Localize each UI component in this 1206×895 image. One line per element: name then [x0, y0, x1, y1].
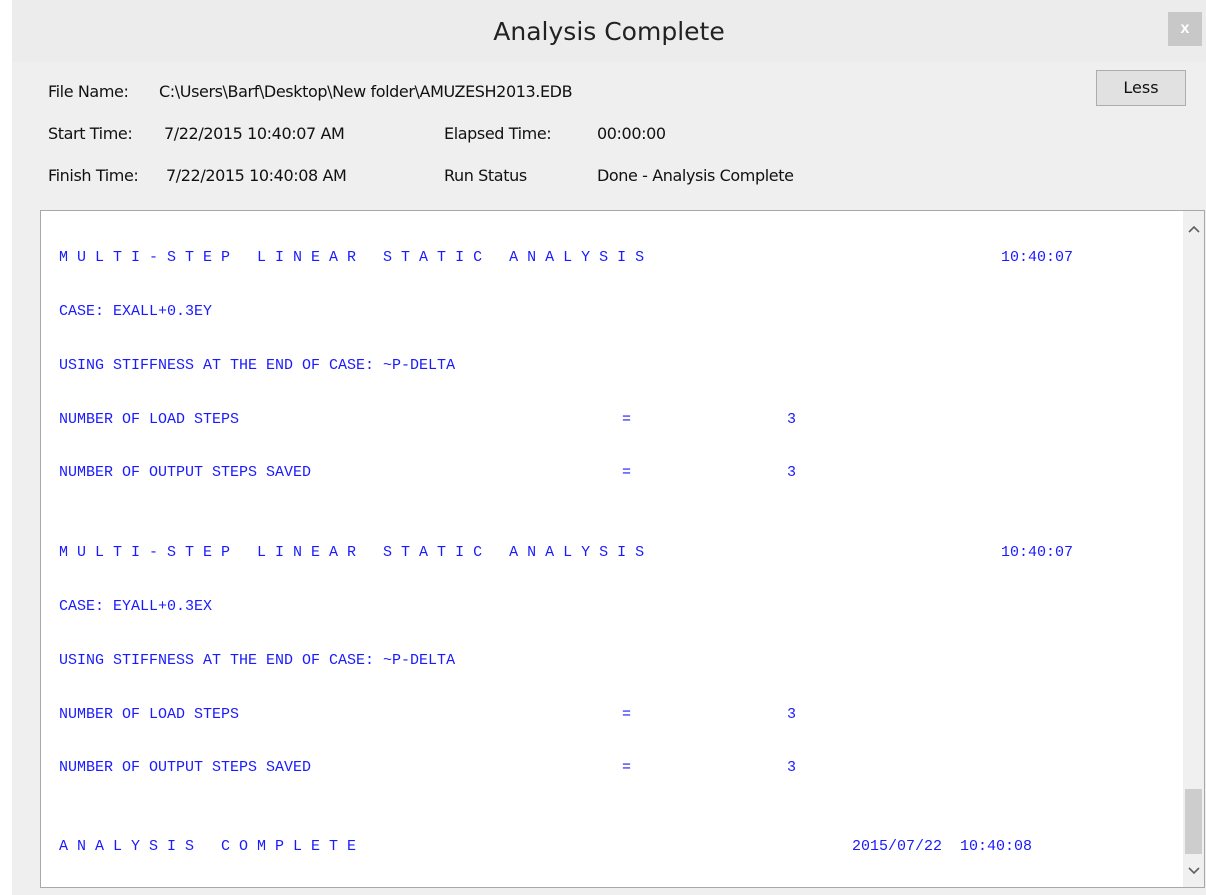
log-equals: =	[622, 411, 632, 428]
log-value: 3	[787, 706, 797, 723]
log-value: 3	[787, 759, 797, 776]
analysis-log[interactable]: M U L T I - S T E P L I N E A R S T A T …	[40, 210, 1205, 888]
chevron-up-icon[interactable]	[1183, 219, 1204, 239]
vertical-scrollbar[interactable]	[1183, 211, 1204, 887]
log-time: 2015/07/22 10:40:08	[852, 838, 1033, 855]
log-line: CASE: EYALL+0.3EX	[59, 598, 213, 615]
log-line: NUMBER OF LOAD STEPS	[59, 411, 240, 428]
run-status-value: Done - Analysis Complete	[597, 166, 794, 185]
log-time: 10:40:07	[1001, 544, 1074, 561]
log-line: NUMBER OF LOAD STEPS	[59, 706, 240, 723]
log-equals: =	[622, 706, 632, 723]
finish-time-value: 7/22/2015 10:40:08 AM	[166, 166, 347, 185]
file-name-value: C:\Users\Barf\Desktop\New folder\AMUZESH…	[159, 82, 573, 101]
log-time: 10:40:07	[1001, 249, 1074, 266]
log-line: NUMBER OF OUTPUT STEPS SAVED	[59, 464, 312, 481]
analysis-complete-dialog: Analysis Complete x File Name: C:\Users\…	[12, 0, 1206, 895]
start-time-value: 7/22/2015 10:40:07 AM	[164, 124, 345, 143]
log-line: NUMBER OF OUTPUT STEPS SAVED	[59, 759, 312, 776]
log-line: USING STIFFNESS AT THE END OF CASE: ~P-D…	[59, 652, 456, 669]
chevron-down-icon[interactable]	[1183, 861, 1204, 881]
log-line: A N A L Y S I S C O M P L E T E	[59, 838, 357, 855]
run-status-label: Run Status	[444, 166, 527, 185]
file-name-label: File Name:	[48, 82, 129, 101]
elapsed-time-label: Elapsed Time:	[444, 124, 552, 143]
less-button[interactable]: Less	[1096, 70, 1186, 106]
start-time-label: Start Time:	[48, 124, 133, 143]
window-title: Analysis Complete	[493, 17, 725, 46]
title-bar: Analysis Complete x	[12, 0, 1206, 62]
log-equals: =	[622, 464, 632, 481]
log-line: USING STIFFNESS AT THE END OF CASE: ~P-D…	[59, 357, 456, 374]
scroll-thumb[interactable]	[1185, 789, 1202, 854]
finish-time-label: Finish Time:	[48, 166, 139, 185]
close-button[interactable]: x	[1168, 12, 1202, 46]
log-line: M U L T I - S T E P L I N E A R S T A T …	[59, 544, 645, 561]
elapsed-time-value: 00:00:00	[597, 124, 666, 143]
log-line: M U L T I - S T E P L I N E A R S T A T …	[59, 249, 645, 266]
log-line: CASE: EXALL+0.3EY	[59, 303, 213, 320]
log-value: 3	[787, 411, 797, 428]
log-value: 3	[787, 464, 797, 481]
log-equals: =	[622, 759, 632, 776]
